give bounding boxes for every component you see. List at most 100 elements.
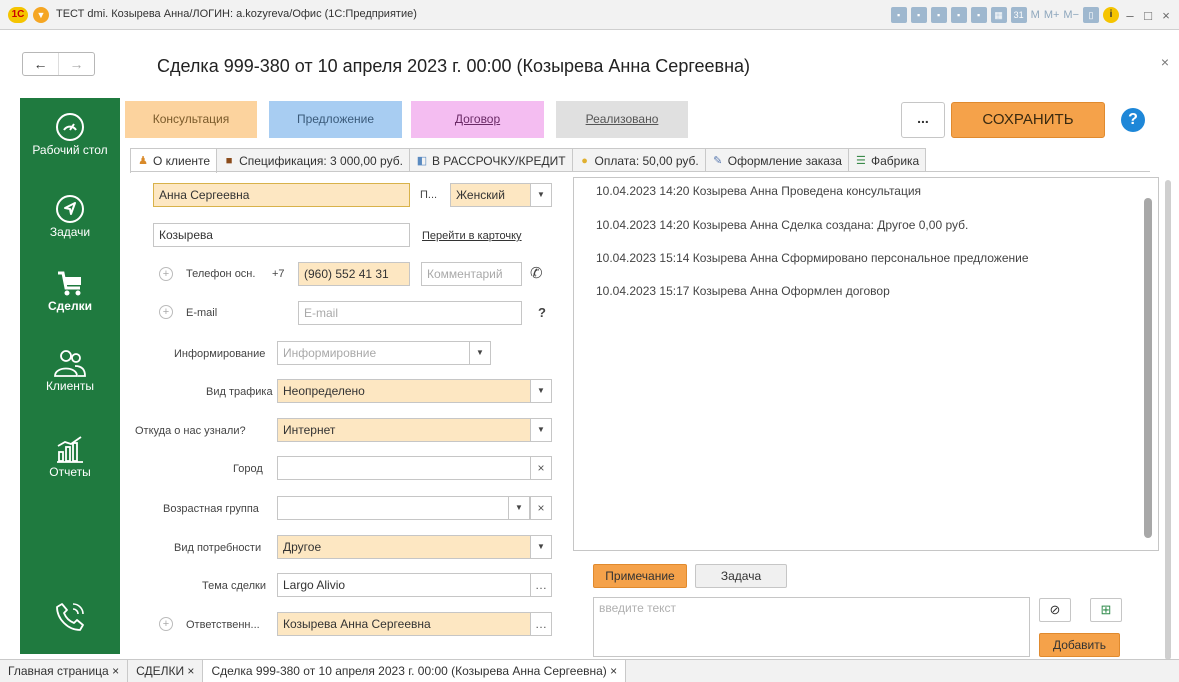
sidebar-item-tasks[interactable]: Задачи (20, 194, 120, 239)
memory-minus-button[interactable]: M− (1063, 9, 1079, 21)
last-name-field[interactable]: Козырева (153, 223, 410, 247)
city-field[interactable] (277, 456, 531, 480)
gender-select[interactable]: Женский (450, 183, 531, 207)
close-window-icon[interactable]: × (1159, 8, 1173, 23)
tab-payment[interactable]: ● Оплата: 50,00 руб. (571, 148, 706, 172)
add-phone-icon[interactable]: + (159, 267, 173, 281)
speedometer-icon (56, 113, 84, 141)
sidebar-item-reports[interactable]: Отчеты (20, 434, 120, 479)
stage-consultation-button[interactable]: Консультация (125, 101, 257, 138)
tab-factory[interactable]: ☰ Фабрика (847, 148, 927, 172)
add-note-button[interactable]: Добавить (1039, 633, 1120, 657)
add-email-icon[interactable]: + (159, 305, 173, 319)
need-select[interactable]: Другое (277, 535, 531, 559)
printer-icon[interactable]: ▪ (970, 7, 987, 23)
need-label: Вид потребности (174, 542, 262, 554)
age-dropdown-icon[interactable]: ▼ (508, 496, 530, 520)
topic-select-icon[interactable]: … (530, 573, 552, 597)
memory-button[interactable]: M (1031, 9, 1040, 21)
sidebar-item-phone[interactable] (20, 600, 120, 634)
titlebar-tools: ▪ ▪ ▪ ▪ ▪ ▦ 31 M M+ M− ▯ i – □ × (890, 6, 1173, 24)
sidebar-item-desktop[interactable]: Рабочий стол (20, 112, 120, 157)
preview-icon[interactable]: ▪ (930, 7, 947, 23)
call-icon[interactable]: ✆ (530, 264, 543, 282)
age-label: Возрастная группа (163, 503, 259, 515)
memory-plus-button[interactable]: M+ (1044, 9, 1060, 21)
phone-prefix: +7 (272, 268, 285, 280)
tab-order[interactable]: ✎ Оформление заказа (704, 148, 849, 172)
topic-field[interactable]: Largo Alivio (277, 573, 531, 597)
email-field[interactable]: E-mail (298, 301, 522, 325)
stage-completed-button[interactable]: Реализовано (556, 101, 688, 138)
source-label: Откуда о нас узнали? (135, 425, 246, 437)
maximize-icon[interactable]: □ (1141, 8, 1155, 23)
history-row: 10.04.2023 14:20 Козырева Анна Проведена… (596, 184, 922, 198)
task-tab[interactable]: Задача (695, 564, 787, 588)
main-scrollbar[interactable] (1164, 100, 1172, 660)
email-label: E-mail (186, 307, 218, 319)
tab-client[interactable]: ♟ О клиенте (130, 148, 218, 173)
main-menu-icon[interactable]: ▼ (33, 7, 49, 23)
note-tab[interactable]: Примечание (593, 564, 687, 588)
save-button[interactable]: СОХРАНИТЬ (951, 102, 1105, 138)
task-deals[interactable]: СДЕЛКИ × (128, 660, 204, 682)
list-icon: ☰ (856, 154, 866, 167)
info-dropdown-icon[interactable]: ▼ (469, 341, 491, 365)
task-current-deal[interactable]: Сделка 999-380 от 10 апреля 2023 г. 00:0… (203, 660, 627, 682)
history-navigation: ← → (22, 52, 95, 76)
owner-field[interactable]: Козырева Анна Сергеевна (277, 612, 531, 636)
more-actions-button[interactable]: ... (901, 102, 945, 138)
forward-arrow-icon[interactable]: → (58, 53, 94, 75)
calendar-icon[interactable]: 31 (1010, 7, 1027, 23)
add-owner-icon[interactable]: + (159, 617, 173, 631)
note-input[interactable]: введите текст (593, 597, 1030, 657)
history-row: 10.04.2023 15:17 Козырева Анна Оформлен … (596, 284, 890, 298)
age-select[interactable] (277, 496, 509, 520)
print-icon[interactable]: ▪ (910, 7, 927, 23)
tab-label: Оформление заказа (727, 153, 842, 168)
app-logo-icon[interactable]: 1С (8, 7, 28, 23)
traffic-select[interactable]: Неопределено (277, 379, 531, 403)
users-icon (54, 350, 86, 377)
source-dropdown-icon[interactable]: ▼ (530, 418, 552, 442)
age-clear-icon[interactable]: × (530, 496, 552, 520)
attach-icon[interactable]: ⊘ (1039, 598, 1071, 622)
stage-contract-button[interactable]: Договор (411, 101, 544, 138)
history-scrollbar[interactable] (1144, 198, 1152, 538)
panels-icon[interactable]: ▯ (1083, 7, 1099, 23)
open-card-link[interactable]: Перейти в карточку (422, 230, 522, 242)
sidebar-item-clients[interactable]: Клиенты (20, 348, 120, 393)
cart-icon (58, 271, 81, 296)
sidebar-item-deals[interactable]: Сделки (20, 268, 120, 313)
open-windows-bar: Главная страница × СДЕЛКИ × Сделка 999-3… (0, 659, 1179, 682)
sidebar: Рабочий стол Задачи Сделки Клиенты Отчет… (20, 98, 120, 654)
task-home[interactable]: Главная страница × (0, 660, 129, 682)
owner-label: Ответственн... (186, 619, 260, 631)
need-dropdown-icon[interactable]: ▼ (530, 535, 552, 559)
stage-offer-button[interactable]: Предложение (269, 101, 402, 138)
info-icon[interactable]: i (1103, 7, 1119, 23)
add-file-icon[interactable]: ⊞ (1090, 598, 1122, 622)
phone-field[interactable]: (960) 552 41 31 (298, 262, 410, 286)
owner-select-icon[interactable]: … (530, 612, 552, 636)
coupon-icon: ◧ (416, 154, 428, 167)
tab-installment[interactable]: ◧ В РАССРОЧКУ/КРЕДИТ (408, 148, 573, 172)
email-help-icon[interactable]: ? (538, 305, 546, 320)
help-icon[interactable]: ? (1121, 108, 1145, 132)
sidebar-label: Рабочий стол (32, 143, 108, 157)
city-clear-icon[interactable]: × (530, 456, 552, 480)
tab-specification[interactable]: ■ Спецификация: 3 000,00 руб. (216, 148, 410, 172)
traffic-dropdown-icon[interactable]: ▼ (530, 379, 552, 403)
source-select[interactable]: Интернет (277, 418, 531, 442)
minimize-icon[interactable]: – (1123, 8, 1137, 23)
gender-dropdown-icon[interactable]: ▼ (530, 183, 552, 207)
close-document-icon[interactable]: × (1161, 54, 1169, 70)
first-name-field[interactable]: Анна Сергеевна (153, 183, 410, 207)
info-field[interactable]: Информировние (277, 341, 470, 365)
link-icon[interactable]: ▪ (950, 7, 967, 23)
save-icon[interactable]: ▪ (890, 7, 907, 23)
calculator-icon[interactable]: ▦ (990, 7, 1007, 23)
back-arrow-icon[interactable]: ← (23, 53, 58, 75)
phone-comment-field[interactable]: Комментарий (421, 262, 522, 286)
person-icon: ♟ (138, 155, 148, 167)
